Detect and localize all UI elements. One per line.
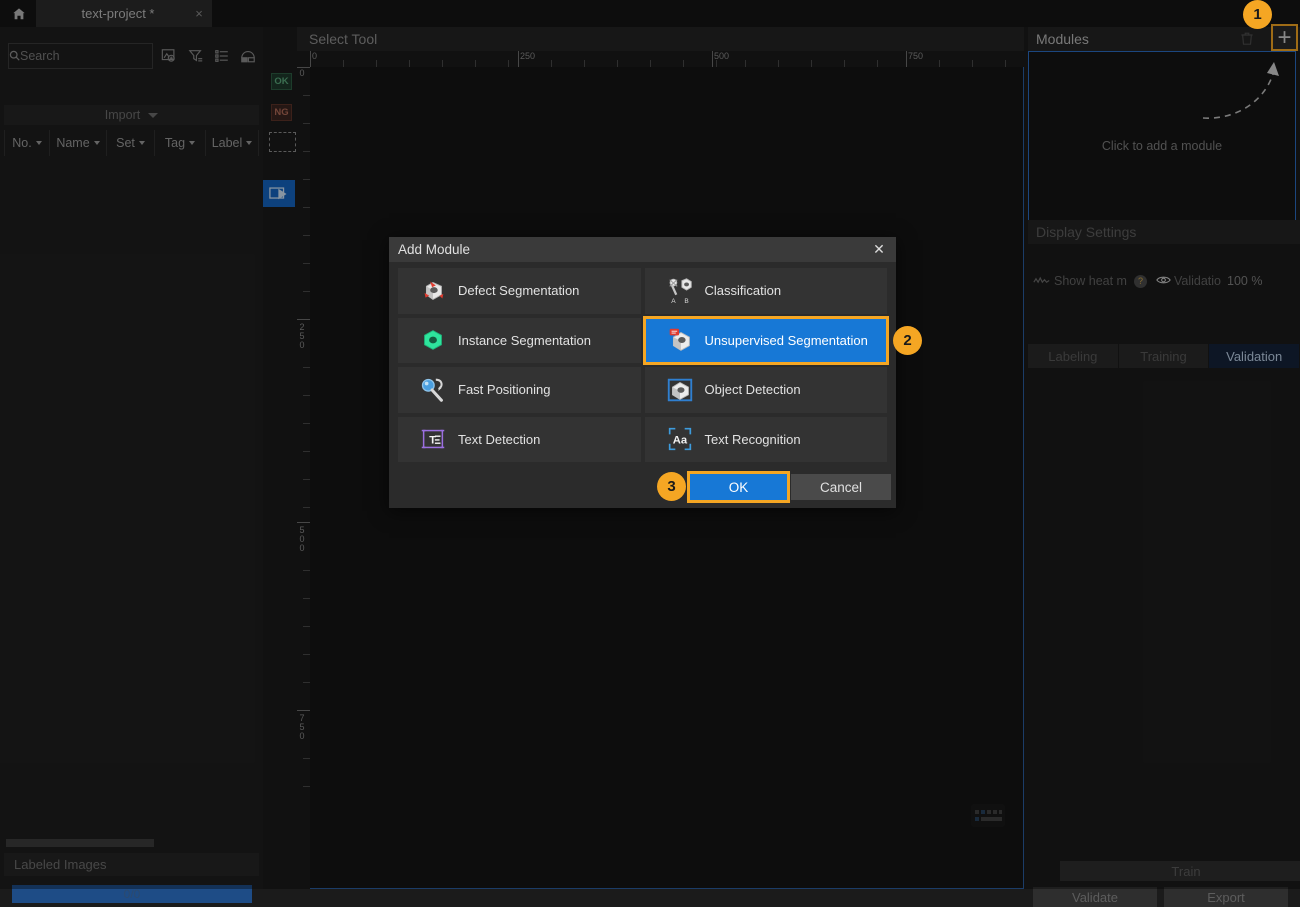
step-badge-2: 2 bbox=[893, 326, 922, 355]
module-grid: Defect Segmentation A B Classification I… bbox=[398, 268, 889, 462]
export-button[interactable]: Export bbox=[1164, 887, 1288, 907]
text-detection-icon: T bbox=[416, 423, 450, 455]
module-option-label: Defect Segmentation bbox=[458, 283, 580, 299]
svg-text:A: A bbox=[671, 298, 676, 305]
validate-button[interactable]: Validate bbox=[1033, 887, 1157, 907]
close-icon[interactable]: ✕ bbox=[862, 237, 896, 262]
module-option-classification[interactable]: A B Classification bbox=[644, 268, 887, 314]
module-option-object-detection[interactable]: Object Detection bbox=[644, 367, 887, 413]
classification-icon: A B bbox=[663, 275, 697, 307]
module-option-text-detection[interactable]: T Text Detection bbox=[398, 416, 641, 462]
step-badge-3: 3 bbox=[657, 472, 686, 501]
svg-text:B: B bbox=[684, 298, 689, 305]
module-option-defect-segmentation[interactable]: Defect Segmentation bbox=[398, 268, 641, 314]
cancel-button[interactable]: Cancel bbox=[791, 474, 891, 500]
module-option-label: Fast Positioning bbox=[458, 382, 551, 398]
dialog-title: Add Module bbox=[398, 242, 471, 257]
text-recognition-icon: Aa bbox=[663, 423, 697, 455]
module-option-label: Classification bbox=[704, 283, 782, 299]
module-option-label: Text Recognition bbox=[704, 431, 801, 447]
module-option-label: Unsupervised Segmentation bbox=[704, 332, 868, 348]
module-option-label: Object Detection bbox=[704, 382, 801, 398]
unsupervised-segmentation-icon bbox=[663, 324, 697, 356]
svg-text:Aa: Aa bbox=[672, 435, 687, 447]
step-badge-1: 1 bbox=[1243, 0, 1272, 29]
defect-segmentation-icon bbox=[416, 275, 450, 307]
ok-button[interactable]: OK bbox=[687, 471, 790, 503]
module-option-label: Instance Segmentation bbox=[458, 332, 591, 348]
dialog-title-bar: Add Module ✕ bbox=[389, 237, 896, 262]
labeled-progress-text: 0/0 bbox=[123, 887, 141, 901]
add-module-dialog: Add Module ✕ Defect Segmentation A B Cla… bbox=[389, 237, 896, 508]
module-option-text-recognition[interactable]: Aa Text Recognition bbox=[644, 416, 887, 462]
instance-segmentation-icon bbox=[416, 324, 450, 356]
module-option-fast-positioning[interactable]: Fast Positioning bbox=[398, 367, 641, 413]
module-option-unsupervised-segmentation[interactable]: Unsupervised Segmentation bbox=[642, 315, 889, 365]
module-option-instance-segmentation[interactable]: Instance Segmentation bbox=[398, 317, 641, 363]
object-detection-icon bbox=[663, 374, 697, 406]
fast-positioning-icon bbox=[416, 374, 450, 406]
module-option-label: Text Detection bbox=[458, 431, 541, 447]
